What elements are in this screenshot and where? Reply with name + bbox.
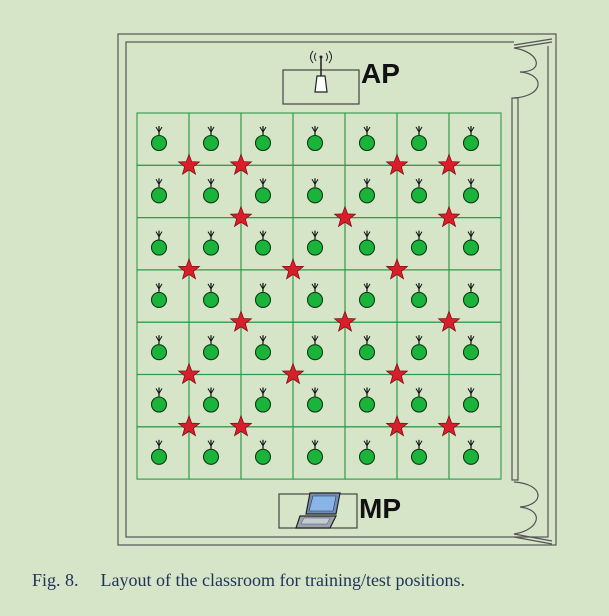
training-position-icon [306,282,324,308]
training-position-icon [410,126,428,152]
training-position-icon [150,126,168,152]
mp-label: MP [359,493,401,524]
training-position-icon [202,230,220,256]
training-position-icon [254,126,272,152]
caption-text: Layout of the classroom for training/tes… [100,570,465,590]
training-position-icon [254,178,272,204]
training-position-icon [254,230,272,256]
training-position-icon [150,387,168,413]
training-position-icon [358,387,376,413]
training-position-icon [150,439,168,465]
training-position-icon [462,126,480,152]
training-position-icon [306,230,324,256]
training-position-icon [358,126,376,152]
training-position-icon [410,230,428,256]
measurement-point: MP [278,492,401,529]
training-position-icon [462,282,480,308]
training-position-icon [306,439,324,465]
figure-number: Fig. 8. [32,570,79,590]
training-position-icon [462,230,480,256]
training-position-icon [462,335,480,361]
right-wall-segment [511,97,519,481]
training-position-icon [254,387,272,413]
training-position-icon [150,230,168,256]
training-position-icon [306,335,324,361]
training-position-icon [150,178,168,204]
training-position-icon [410,439,428,465]
training-position-icon [358,439,376,465]
door-bottom [513,481,553,545]
training-position-icon [358,230,376,256]
classroom-layout-diagram: AP MP [117,33,557,546]
antenna-icon [310,50,332,93]
training-position-icon [358,335,376,361]
training-position-icon [202,282,220,308]
training-position-icon [202,387,220,413]
training-position-icon [410,282,428,308]
training-position-icon [202,439,220,465]
training-position-icon [410,178,428,204]
training-position-icon [254,282,272,308]
access-point: AP [282,50,400,105]
training-position-icon [202,178,220,204]
training-position-icon [150,282,168,308]
training-position-icon [410,387,428,413]
position-grid [136,112,502,480]
training-position-icon [462,178,480,204]
laptop-icon [295,492,341,529]
ap-label: AP [361,58,400,89]
training-position-icon [306,178,324,204]
training-position-icon [462,439,480,465]
training-position-icon [306,387,324,413]
outer-wall [117,33,557,546]
training-position-icon [462,387,480,413]
training-position-icon [202,126,220,152]
training-position-icon [254,335,272,361]
figure-caption: Fig. 8. Layout of the classroom for train… [32,570,465,591]
training-position-icon [358,282,376,308]
training-position-icon [306,126,324,152]
training-position-icon [202,335,220,361]
training-position-icon [410,335,428,361]
training-position-icon [358,178,376,204]
training-position-icon [150,335,168,361]
training-position-icon [254,439,272,465]
